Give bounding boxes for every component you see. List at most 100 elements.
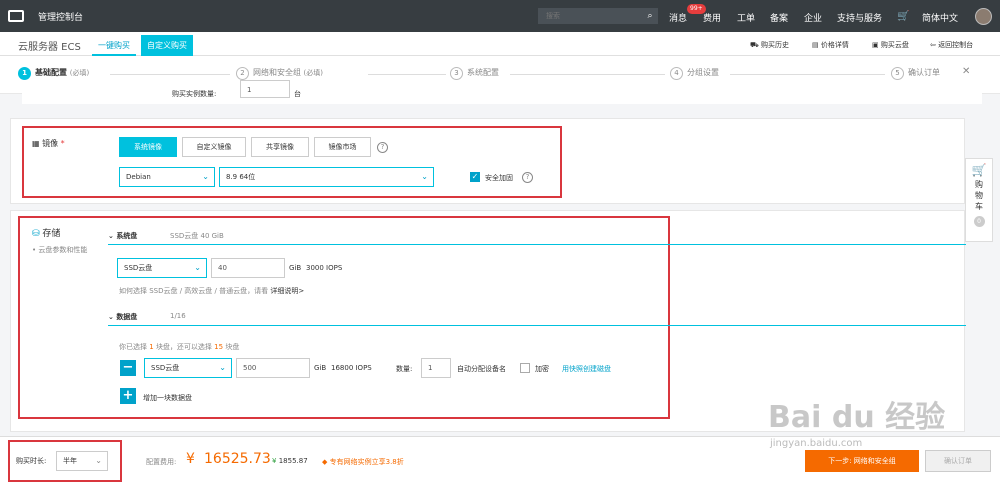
system-disk-size-input[interactable]: 40 xyxy=(211,258,285,278)
promo-icon: ◆ xyxy=(322,458,330,466)
language-switch[interactable]: 简体中文 xyxy=(922,11,958,24)
step-basic-config[interactable]: 1 基础配置 (必填) xyxy=(18,67,89,80)
cart-char: 物 xyxy=(975,191,983,200)
data-disk-type-select[interactable]: SSD云盘 ⌄ xyxy=(144,358,232,378)
remain-count: 15 xyxy=(214,343,224,351)
step-network[interactable]: 2 网络和安全组 (必填) xyxy=(236,67,323,80)
data-disk-size-input[interactable]: 500 xyxy=(236,358,310,378)
system-disk-summary: SSD云盘 40 GiB xyxy=(170,232,224,240)
os-select[interactable]: Debian ⌄ xyxy=(119,167,215,187)
cart-icon: 🛒 xyxy=(971,163,987,177)
system-disk-type-value: SSD云盘 xyxy=(124,264,153,272)
data-disk-title: 数据盘 xyxy=(116,313,138,321)
add-disk-button[interactable]: + xyxy=(120,388,136,404)
security-hardening-checkbox[interactable]: ✓ xyxy=(470,172,480,182)
fee-label: 配置费用: xyxy=(146,458,177,466)
help-icon[interactable]: ? xyxy=(377,142,388,153)
top-bar: 管理控制台 ⌕ 消息 99+ 费用 工单 备案 企业 支持与服务 🛒 简体中文 xyxy=(0,0,1000,32)
storage-subnote[interactable]: • 云盘参数和性能 xyxy=(32,245,87,255)
price-detail-link[interactable]: ▤ 价格详情 xyxy=(812,40,849,50)
duration-label: 购买时长: xyxy=(16,457,47,465)
back-icon: ⇦ xyxy=(930,41,939,49)
security-hardening-label: 安全加固 xyxy=(485,174,513,182)
step-system-config[interactable]: 3 系统配置 xyxy=(450,67,499,80)
divider xyxy=(108,325,966,326)
os-version-select[interactable]: 8.9 64位 ⌄ xyxy=(219,167,434,187)
tab-system-image[interactable]: 系统镜像 xyxy=(119,137,177,157)
step-number: 1 xyxy=(18,67,31,80)
promo-label: 专有网络实例立享3.8折 xyxy=(329,458,404,466)
search-input[interactable] xyxy=(538,8,658,24)
avatar[interactable] xyxy=(975,8,992,25)
system-disk-header[interactable]: ⌄ 系统盘 xyxy=(108,231,137,241)
data-disk-header[interactable]: ⌄ 数据盘 xyxy=(108,312,137,322)
storage-title: ⛁ 存储 xyxy=(32,226,60,239)
cart-icon[interactable]: 🛒 xyxy=(897,11,909,22)
step-label: 分组设置 xyxy=(687,68,719,77)
system-disk-title: 系统盘 xyxy=(116,232,138,240)
encrypt-checkbox[interactable] xyxy=(520,363,530,373)
product-bar: 云服务器 ECS 一键购买 自定义购买 ⛟ 购买历史 ▤ 价格详情 ▣ 购买云盘… xyxy=(0,32,1000,56)
price-value: 16525.73 xyxy=(204,451,271,467)
nav-tickets[interactable]: 工单 xyxy=(737,11,755,24)
cart-char: 购 xyxy=(975,180,983,189)
step-divider xyxy=(730,74,885,75)
console-link[interactable]: 管理控制台 xyxy=(38,10,83,23)
quantity-input[interactable]: 1 xyxy=(421,358,451,378)
buy-disk-link[interactable]: ▣ 购买云盘 xyxy=(872,40,909,50)
storage-subnote-text: 云盘参数和性能 xyxy=(38,246,88,254)
nav-fees[interactable]: 费用 xyxy=(703,11,721,24)
snapshot-link[interactable]: 用快照创建磁盘 xyxy=(562,364,611,374)
tab-quick-buy[interactable]: 一键购买 xyxy=(92,35,136,56)
quantity-label: 数量: xyxy=(396,365,413,373)
next-step-button[interactable]: 下一步: 网络和安全组 xyxy=(805,450,919,472)
step-group-settings[interactable]: 4 分组设置 xyxy=(670,67,719,80)
cart-char: 车 xyxy=(975,202,983,211)
add-disk-label[interactable]: 增加一块数据盘 xyxy=(143,393,192,403)
data-disk-unit: GiB xyxy=(314,364,327,372)
instance-count-label: 购买实例数量: xyxy=(172,90,217,98)
instance-count-row: 购买实例数量: 1 台 xyxy=(22,80,982,104)
duration-select[interactable]: 半年 ⌄ xyxy=(56,451,108,471)
aliyun-logo-icon[interactable] xyxy=(8,10,24,22)
purchase-history-link[interactable]: ⛟ 购买历史 xyxy=(750,40,789,50)
system-disk-iops: 3000 IOPS xyxy=(306,264,343,272)
confirm-order-button[interactable]: 确认订单 xyxy=(925,450,991,472)
disk-help-prefix: 如何选择 SSD云盘 / 高效云盘 / 普通云盘，请看 xyxy=(119,287,269,295)
instance-count-input[interactable]: 1 xyxy=(240,80,290,98)
remove-disk-button[interactable]: − xyxy=(120,360,136,376)
tab-shared-image[interactable]: 共享镜像 xyxy=(251,137,309,157)
divider xyxy=(108,244,966,245)
step-divider xyxy=(368,74,446,75)
nav-enterprise[interactable]: 企业 xyxy=(804,11,822,24)
step-note: (必填) xyxy=(69,69,90,77)
chevron-down-icon: ⌄ xyxy=(202,172,209,181)
data-disk-iops: 16800 IOPS xyxy=(331,364,372,372)
tab-image-market[interactable]: 镜像市场 xyxy=(314,137,371,157)
data-disk-type-value: SSD云盘 xyxy=(151,364,180,372)
shopping-cart-floater[interactable]: 🛒 购 物 车 0 xyxy=(965,158,993,242)
help-icon[interactable]: ? xyxy=(522,172,533,183)
storage-title-text: 存储 xyxy=(42,229,61,239)
step-confirm-order[interactable]: 5 确认订单 xyxy=(891,67,940,80)
disk-help-link[interactable]: 详细说明> xyxy=(270,287,304,295)
image-title-text: 镜像 xyxy=(42,139,59,148)
nav-messages[interactable]: 消息 xyxy=(669,11,687,24)
tab-custom-buy[interactable]: 自定义购买 xyxy=(141,35,193,56)
nav-filing[interactable]: 备案 xyxy=(770,11,788,24)
tab-custom-image[interactable]: 自定义镜像 xyxy=(182,137,246,157)
step-note: (必填) xyxy=(303,69,324,77)
back-console-link[interactable]: ⇦ 返回控制台 xyxy=(930,40,973,50)
disk-icon: ▣ xyxy=(872,41,881,49)
required-mark: * xyxy=(60,139,65,148)
system-disk-type-select[interactable]: SSD云盘 ⌄ xyxy=(117,258,207,278)
search-icon[interactable]: ⌕ xyxy=(642,8,658,24)
chosen-count: 1 xyxy=(149,343,154,351)
data-disk-count: 1/16 xyxy=(170,312,186,320)
watermark-url: jingyan.baidu.com xyxy=(770,438,863,449)
price-detail-label: 价格详情 xyxy=(820,41,849,49)
close-icon[interactable]: ✕ xyxy=(962,66,970,77)
nav-support[interactable]: 支持与服务 xyxy=(837,11,882,24)
disk-icon: ⛁ xyxy=(32,229,43,239)
baidu-jingyan-watermark: Bai du 经验 xyxy=(768,400,946,435)
